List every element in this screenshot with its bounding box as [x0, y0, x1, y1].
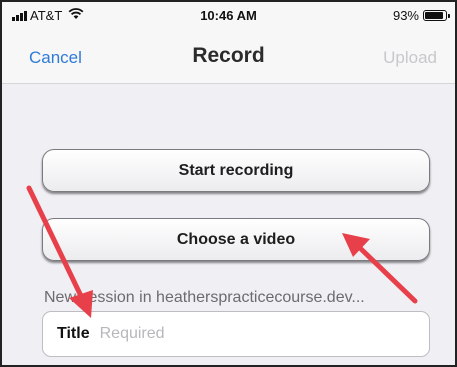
title-field-label: Title: [57, 325, 90, 342]
choose-video-button[interactable]: Choose a video: [42, 218, 430, 261]
app-screen: AT&T 10:46 AM 93% Cancel Record Upload S…: [0, 0, 457, 367]
status-time: 10:46 AM: [200, 8, 257, 23]
start-recording-button[interactable]: Start recording: [42, 149, 430, 192]
battery-icon: [423, 10, 450, 21]
battery-percentage: 93%: [392, 8, 419, 23]
title-input[interactable]: [99, 325, 380, 343]
upload-button[interactable]: Upload: [383, 48, 437, 68]
navigation-bar: Cancel Record Upload: [2, 28, 455, 84]
session-label: New session in heatherspracticecourse.de…: [44, 289, 365, 306]
title-field[interactable]: Title: [42, 311, 430, 357]
status-bar: AT&T 10:46 AM 93%: [2, 2, 455, 28]
